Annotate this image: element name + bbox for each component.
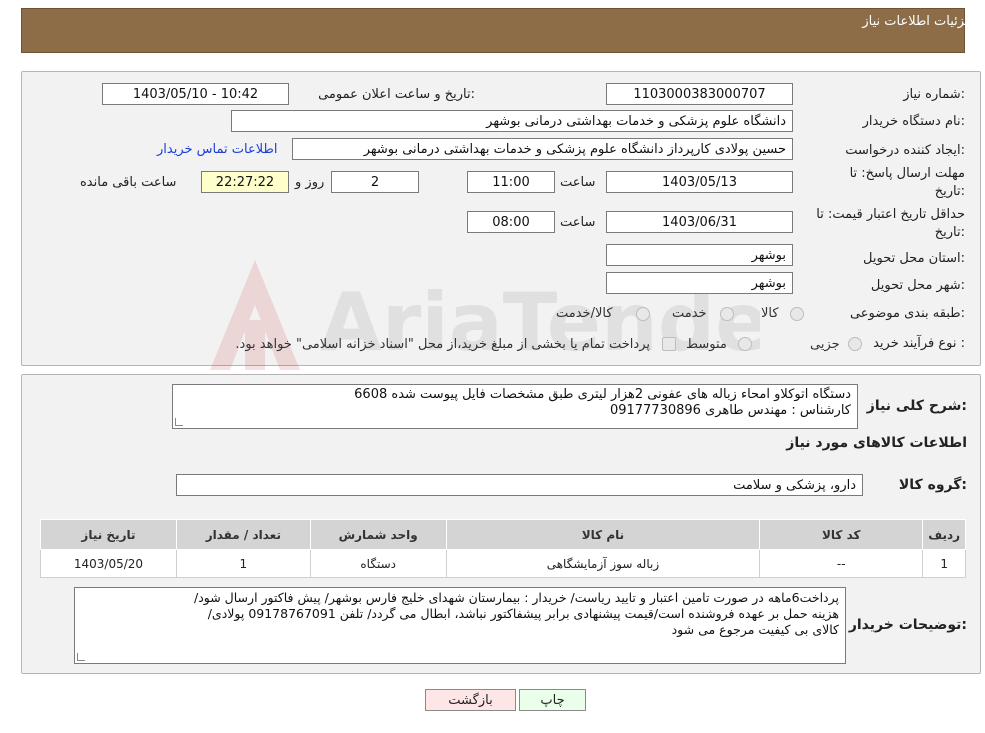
purchase-radio-medium[interactable] <box>738 337 752 351</box>
category-label: طبقه بندی موضوعی: <box>849 306 965 321</box>
reply-deadline-label-date: تاریخ: <box>934 184 965 199</box>
goods-table: ردیف کد کالا نام کالا واحد شمارش تعداد /… <box>40 519 966 578</box>
announce-datetime-label: تاریخ و ساعت اعلان عمومی: <box>318 87 475 102</box>
description-line-2: کارشناس : مهندس طاهری 09177730896 <box>609 403 851 418</box>
resize-grip-icon[interactable] <box>175 418 183 426</box>
buyer-org-label: نام دستگاه خریدار: <box>862 114 965 129</box>
category-radio-goods-service[interactable] <box>636 307 650 321</box>
buyer-notes-textarea[interactable]: پرداخت6ماهه در صورت تامین اعتبار و تایید… <box>74 587 846 664</box>
reply-date-field: 1403/05/13 <box>606 171 793 193</box>
buyer-notes-label: توضیحات خریدار: <box>848 617 967 633</box>
goods-group-field: دارو، پزشکی و سلامت <box>176 474 863 496</box>
remaining-time-label: ساعت باقی مانده <box>80 175 177 190</box>
need-number-label: شماره نیاز: <box>903 87 965 102</box>
category-radio-service[interactable] <box>720 307 734 321</box>
description-label: شرح کلی نیاز: <box>866 398 967 414</box>
category-option-goods-service: کالا/خدمت <box>556 306 613 321</box>
delivery-province-field: بوشهر <box>606 244 793 266</box>
description-line-1: دستگاه اتوکلاو امحاء زباله های عفونی 2هز… <box>354 387 851 402</box>
cell-row-number: 1 <box>922 549 966 578</box>
back-button[interactable]: بازگشت <box>425 689 516 711</box>
reply-time-field: 11:00 <box>467 171 555 193</box>
price-validity-time-label: ساعت <box>560 215 596 230</box>
buyer-notes-line-2: هزینه حمل بر عهده فروشنده است/قیمت پیشنه… <box>207 606 839 621</box>
col-item-code: کد کالا <box>759 519 924 550</box>
cell-quantity: 1 <box>175 549 311 578</box>
resize-grip-icon[interactable] <box>77 653 85 661</box>
col-need-date: تاریخ نیاز <box>40 519 177 550</box>
treasury-note: پرداخت تمام یا بخشی از مبلغ خرید،از محل … <box>235 337 650 352</box>
buyer-notes-line-1: پرداخت6ماهه در صورت تامین اعتبار و تایید… <box>193 590 839 605</box>
cell-item-code: -- <box>759 549 924 578</box>
page-title: جزئیات اطلاعات نیاز <box>862 14 973 29</box>
description-textarea[interactable]: دستگاه اتوکلاو امحاء زباله های عفونی 2هز… <box>172 384 858 429</box>
treasury-checkbox[interactable] <box>662 337 676 351</box>
goods-group-label: گروه کالا: <box>898 477 967 493</box>
goods-table-header: ردیف کد کالا نام کالا واحد شمارش تعداد /… <box>40 519 966 550</box>
category-radio-goods[interactable] <box>790 307 804 321</box>
remaining-time-field: 22:27:22 <box>201 171 289 193</box>
reply-days-label: روز و <box>295 175 325 190</box>
col-row-number: ردیف <box>922 519 966 550</box>
announce-datetime-field: 1403/05/10 - 10:42 <box>102 83 289 105</box>
category-option-service: خدمت <box>672 306 707 321</box>
requester-field: حسین پولادی کارپرداز دانشگاه علوم پزشکی … <box>292 138 793 160</box>
reply-deadline-label: مهلت ارسال پاسخ: تا <box>849 166 965 181</box>
category-option-goods: کالا <box>761 306 779 321</box>
cell-item-name: زباله سوز آزمایشگاهی <box>445 549 761 578</box>
need-number-field: 1103000383000707 <box>606 83 793 105</box>
purchase-option-minor: جزیی <box>810 337 840 352</box>
goods-section-title: اطلاعات کالاهای مورد نیاز <box>786 435 967 451</box>
print-button[interactable]: چاپ <box>519 689 586 711</box>
price-validity-label: حداقل تاریخ اعتبار قیمت: تا <box>816 207 965 222</box>
page-header <box>21 8 965 53</box>
delivery-city-field: بوشهر <box>606 272 793 294</box>
purchase-radio-minor[interactable] <box>848 337 862 351</box>
col-quantity: تعداد / مقدار <box>175 519 311 550</box>
requester-label: ایجاد کننده درخواست: <box>845 143 965 158</box>
cell-unit: دستگاه <box>309 549 447 578</box>
cell-need-date: 1403/05/20 <box>40 549 177 578</box>
table-row: 1 -- زباله سوز آزمایشگاهی دستگاه 1 1403/… <box>40 549 966 578</box>
price-validity-label-date: تاریخ: <box>934 225 965 240</box>
price-validity-time-field: 08:00 <box>467 211 555 233</box>
col-unit: واحد شمارش <box>309 519 447 550</box>
reply-days-field: 2 <box>331 171 419 193</box>
col-item-name: نام کالا <box>445 519 761 550</box>
price-validity-date-field: 1403/06/31 <box>606 211 793 233</box>
reply-time-label: ساعت <box>560 175 596 190</box>
buyer-org-field: دانشگاه علوم پزشکی و خدمات بهداشتی درمان… <box>231 110 793 132</box>
purchase-type-label: نوع فرآیند خرید : <box>873 336 965 351</box>
purchase-option-medium: متوسط <box>686 337 727 352</box>
delivery-city-label: شهر محل تحویل: <box>870 278 965 293</box>
buyer-contact-link[interactable]: اطلاعات تماس خریدار <box>157 142 277 157</box>
delivery-province-label: استان محل تحویل: <box>863 251 965 266</box>
buyer-notes-line-3: کالای بی کیفیت مرجوع می شود <box>671 622 839 637</box>
